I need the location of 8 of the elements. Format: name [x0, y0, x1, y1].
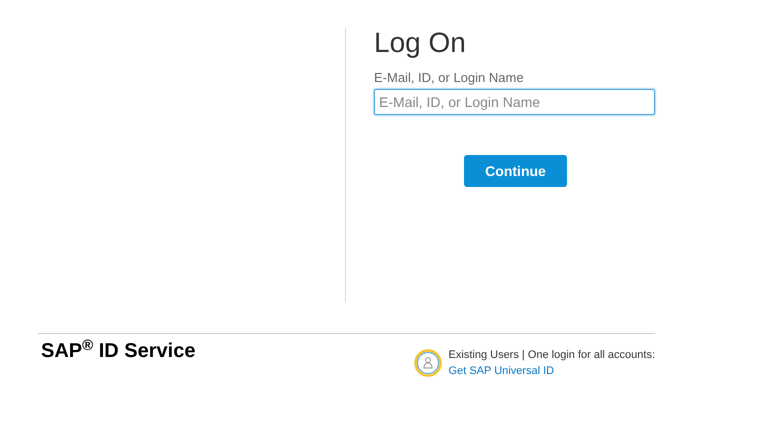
universal-id-link[interactable]: Get SAP Universal ID: [448, 363, 554, 379]
page-title: Log On: [374, 28, 466, 58]
input-field[interactable]: E-Mail, ID, or Login Name: [374, 89, 655, 115]
field-label: E-Mail, ID, or Login Name: [374, 70, 524, 86]
brand-logo: SAP$^{®}$ ID Service: [41, 339, 196, 363]
promo-text: Existing Users | One login for all accounts:: [448, 348, 655, 363]
user-icon: [414, 349, 442, 377]
continue-button[interactable]: Continue: [464, 155, 567, 187]
